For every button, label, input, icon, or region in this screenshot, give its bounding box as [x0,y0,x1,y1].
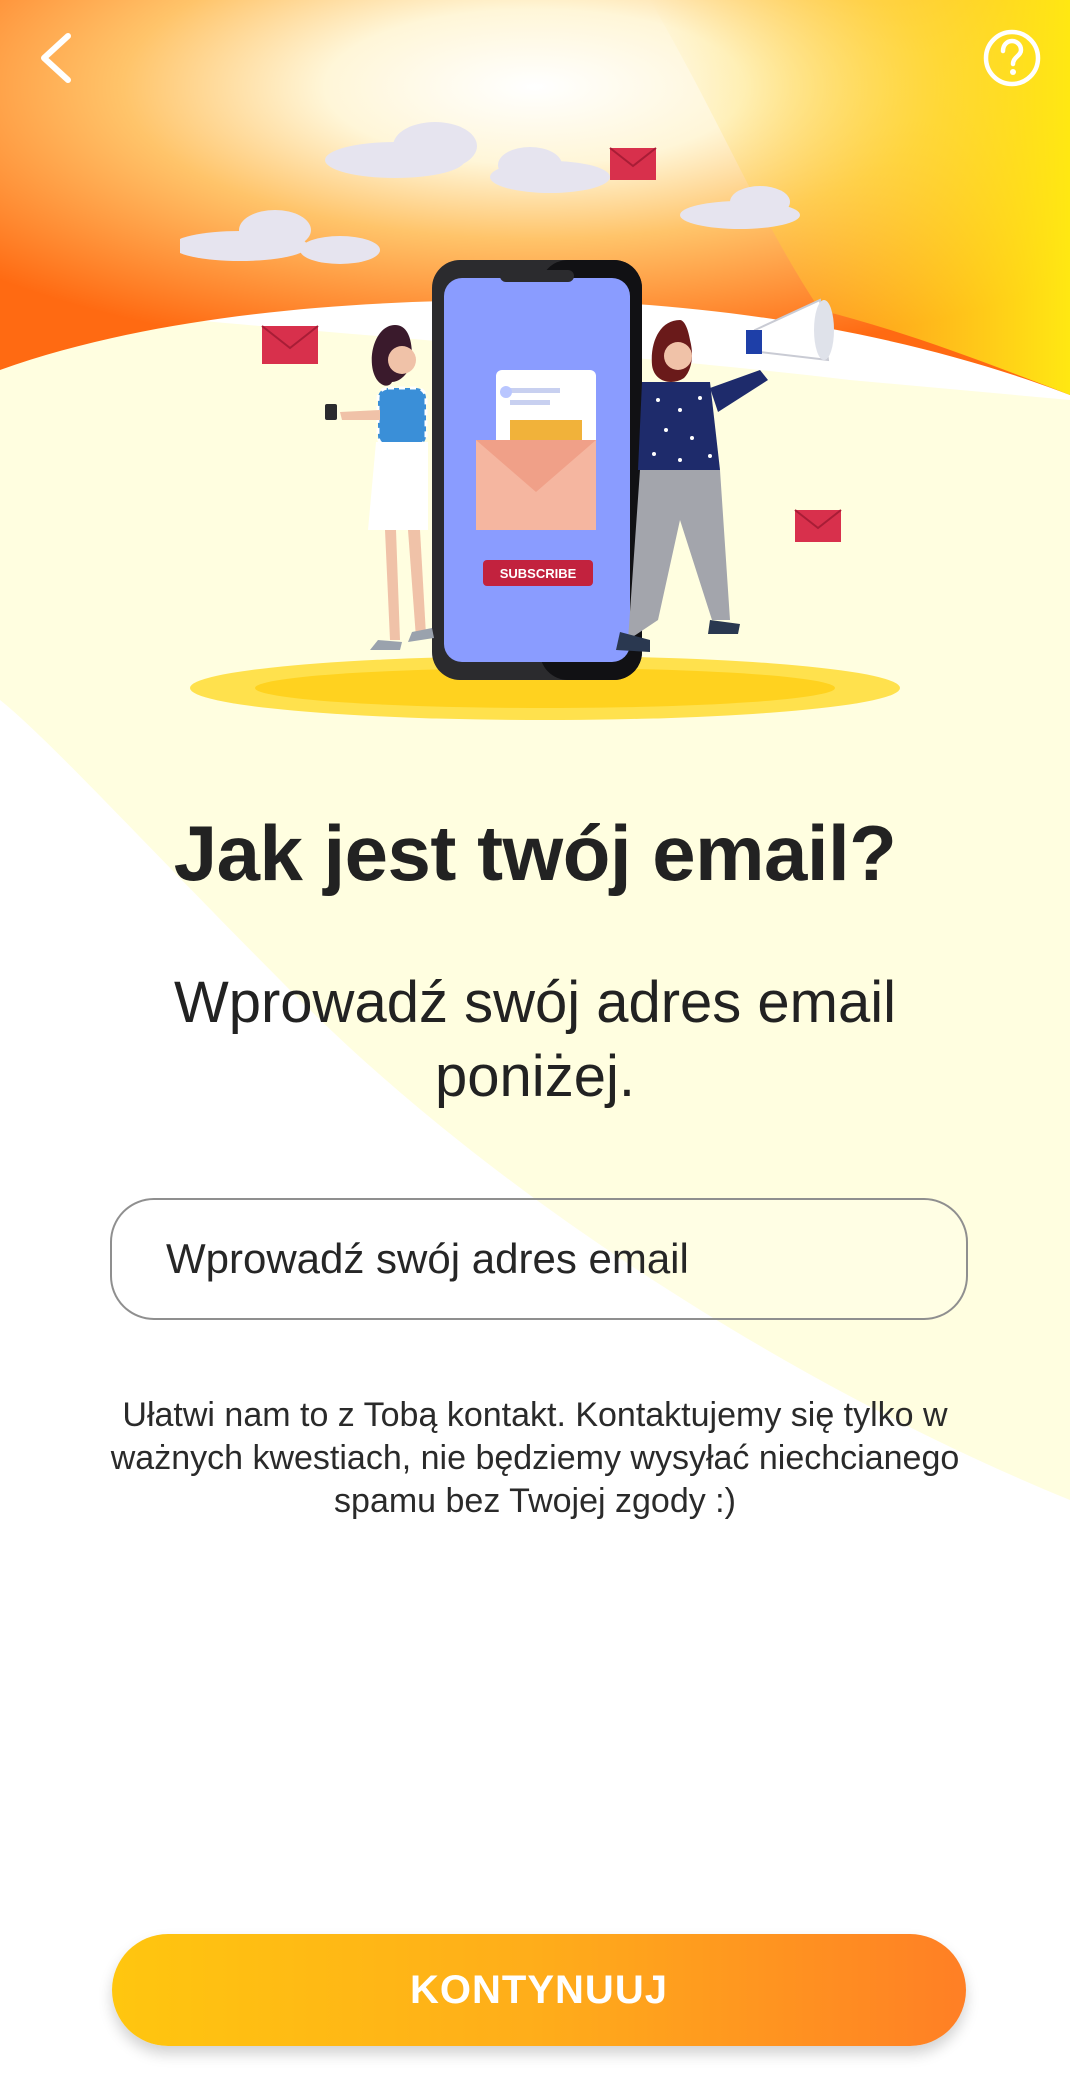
page-subtitle: Wprowadź swój adres email poniżej. [173,970,897,1109]
continue-button[interactable]: KONTYNUUJ [112,1934,966,2046]
email-entry-screen: SUBSCRIBE Jak jest twój email? Wprowadź … [0,0,1070,2100]
woman-right-figure [616,298,834,652]
email-subscribe-illustration: SUBSCRIBE [180,122,900,720]
page-title: Jak jest twój email? [173,809,897,897]
back-button[interactable] [18,18,98,98]
privacy-info-text: Ułatwi nam to z Tobą kontakt. Kontaktuje… [110,1396,960,1520]
subscribe-label: SUBSCRIBE [500,566,577,581]
chevron-left-icon [41,33,71,83]
phone-icon: SUBSCRIBE [432,260,642,680]
help-button[interactable] [972,18,1052,98]
cloud-icon [180,122,800,264]
woman-left-figure [325,325,434,650]
question-circle-icon [983,29,1041,87]
email-field[interactable] [110,1198,968,1320]
